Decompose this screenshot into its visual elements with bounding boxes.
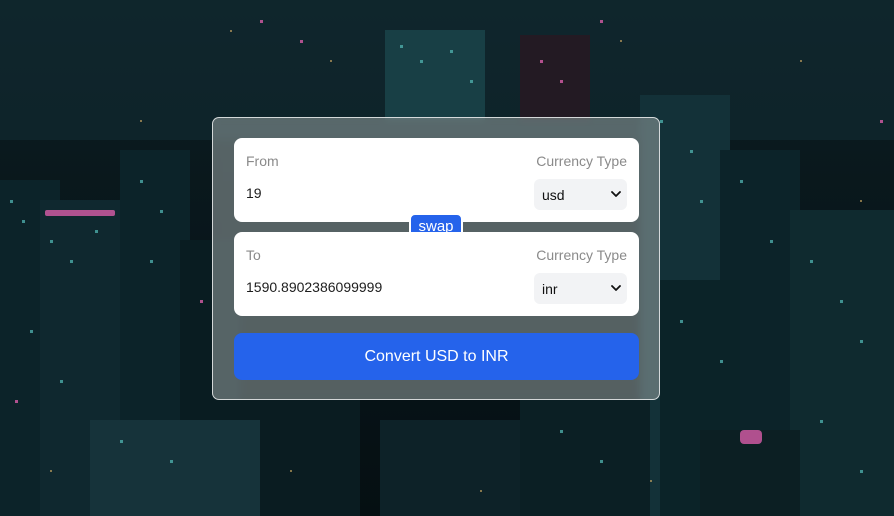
from-panel: From Currency Type usd — [234, 138, 639, 222]
to-panel: To Currency Type inr — [234, 232, 639, 316]
converter-card: From Currency Type usd swap To Currency … — [212, 117, 660, 400]
convert-button[interactable]: Convert USD to INR — [234, 333, 639, 380]
to-currency-value: inr — [542, 281, 558, 297]
chevron-down-icon — [611, 191, 621, 197]
from-label: From — [246, 153, 279, 169]
to-currency-type-label: Currency Type — [536, 247, 627, 263]
to-amount-input[interactable] — [246, 274, 506, 300]
to-currency-select[interactable]: inr — [534, 273, 627, 304]
from-currency-value: usd — [542, 187, 565, 203]
from-currency-type-label: Currency Type — [536, 153, 627, 169]
from-currency-select[interactable]: usd — [534, 179, 627, 210]
chevron-down-icon — [611, 285, 621, 291]
to-label: To — [246, 247, 261, 263]
from-amount-input[interactable] — [246, 180, 506, 206]
